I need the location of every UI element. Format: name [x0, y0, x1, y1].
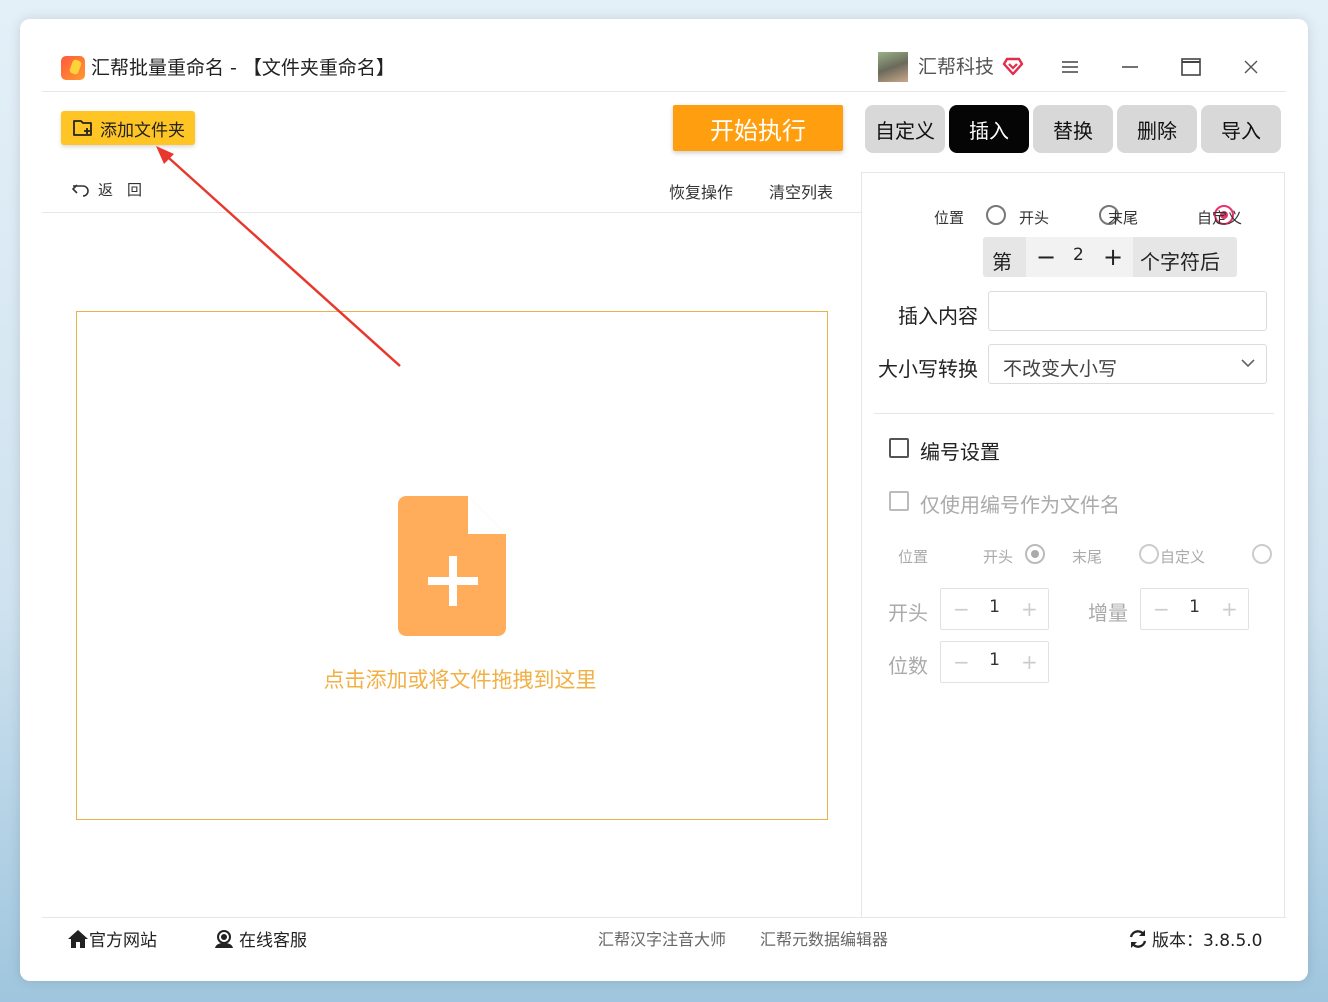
position-label: 位置 — [934, 209, 965, 227]
folder-add-icon — [73, 120, 92, 136]
online-service-label: 在线客服 — [239, 931, 307, 951]
maximize-icon[interactable] — [1174, 53, 1208, 81]
start-stepper[interactable]: − 1 + — [940, 588, 1049, 630]
increment-increment[interactable]: + — [1221, 597, 1238, 621]
case-select[interactable]: 不改变大小写 — [988, 344, 1267, 384]
version-info[interactable]: 版本：3.8.5.0 — [1128, 926, 1262, 951]
status-divider — [42, 917, 1286, 918]
digits-stepper[interactable]: − 1 + — [940, 641, 1049, 683]
tab-insert[interactable]: 插入 — [949, 105, 1029, 153]
num-radio-end[interactable] — [1139, 544, 1160, 564]
radio-start-label: 开头 — [1019, 209, 1050, 227]
annotation-arrow — [156, 146, 401, 367]
refresh-icon — [1129, 929, 1147, 948]
start-label: 开头 — [888, 601, 928, 625]
num-position-label: 位置 — [898, 548, 929, 566]
num-radio-custom[interactable] — [1252, 544, 1273, 564]
vip-heart-icon[interactable] — [1002, 55, 1024, 77]
radio-end-label: 末尾 — [1108, 209, 1139, 227]
increment-label: 增量 — [1088, 601, 1128, 625]
avatar[interactable] — [878, 52, 908, 82]
only-number-label: 仅使用编号作为文件名 — [920, 493, 1120, 517]
back-button[interactable]: 返回 — [72, 179, 156, 200]
num-radio-custom-label: 自定义 — [1160, 548, 1206, 566]
numbering-checkbox[interactable] — [889, 438, 909, 458]
increment-stepper[interactable]: − 1 + — [1140, 588, 1249, 630]
window-title: 汇帮批量重命名 - 【文件夹重命名】 — [91, 57, 395, 79]
add-folder-button[interactable]: 添加文件夹 — [61, 111, 195, 145]
tab-delete[interactable]: 删除 — [1117, 105, 1197, 153]
official-site-label: 官方网站 — [89, 931, 157, 951]
home-icon — [68, 929, 88, 948]
metadata-editor-link[interactable]: 汇帮元数据编辑器 — [760, 926, 888, 950]
insert-content-label: 插入内容 — [898, 304, 978, 328]
menu-icon[interactable] — [1053, 53, 1087, 81]
back-label: 返回 — [98, 181, 157, 199]
start-button[interactable]: 开始执行 — [673, 105, 843, 151]
chevron-down-icon — [1241, 359, 1255, 368]
num-radio-end-label: 末尾 — [1072, 548, 1103, 566]
undo-icon — [72, 183, 89, 197]
add-folder-label: 添加文件夹 — [100, 120, 185, 141]
num-radio-start-label: 开头 — [983, 548, 1014, 566]
panel-right-edge — [1284, 172, 1285, 917]
panel-divider — [861, 172, 862, 917]
tab-replace[interactable]: 替换 — [1033, 105, 1113, 153]
radio-custom-label: 自定义 — [1197, 209, 1243, 227]
brand-name: 汇帮科技 — [918, 56, 995, 78]
case-label: 大小写转换 — [878, 357, 978, 381]
app-window: 汇帮批量重命名 - 【文件夹重命名】 汇帮科技 添加文件夹 开始执行 返回 恢复… — [20, 19, 1308, 981]
file-add-icon[interactable] — [398, 496, 508, 636]
numbering-label: 编号设置 — [920, 440, 1000, 464]
nth-suffix: 个字符后 — [1140, 250, 1220, 274]
num-radio-start[interactable] — [1025, 544, 1046, 564]
title-divider — [42, 91, 1286, 92]
close-icon[interactable] — [1234, 53, 1268, 81]
nth-increment-button[interactable]: + — [1103, 243, 1123, 271]
official-site-link[interactable]: 官方网站 — [67, 926, 157, 951]
nth-prefix: 第 — [992, 250, 1012, 274]
restore-button[interactable]: 恢复操作 — [669, 179, 733, 203]
insert-content-input[interactable] — [988, 291, 1267, 331]
digits-label: 位数 — [888, 654, 928, 678]
tab-import[interactable]: 导入 — [1201, 105, 1281, 153]
app-icon — [61, 56, 85, 80]
service-icon — [215, 929, 233, 948]
pinyin-tool-link[interactable]: 汇帮汉字注音大师 — [598, 926, 726, 950]
tab-custom[interactable]: 自定义 — [865, 105, 945, 153]
nth-decrement-button[interactable]: − — [1036, 243, 1056, 271]
section-divider — [874, 413, 1274, 414]
radio-position-start[interactable] — [986, 205, 1006, 225]
drop-hint: 点击添加或将文件拖拽到这里 — [323, 668, 597, 692]
start-increment[interactable]: + — [1021, 597, 1038, 621]
nth-value[interactable]: 2 — [1073, 245, 1084, 265]
clear-list-button[interactable]: 清空列表 — [769, 179, 833, 203]
only-number-checkbox[interactable] — [889, 491, 909, 511]
digits-increment[interactable]: + — [1021, 650, 1038, 674]
panel-top-edge — [861, 172, 1285, 173]
case-select-value: 不改变大小写 — [1003, 358, 1118, 380]
online-service-link[interactable]: 在线客服 — [213, 926, 307, 951]
version-label: 版本：3.8.5.0 — [1152, 931, 1263, 951]
minimize-icon[interactable] — [1113, 53, 1147, 81]
